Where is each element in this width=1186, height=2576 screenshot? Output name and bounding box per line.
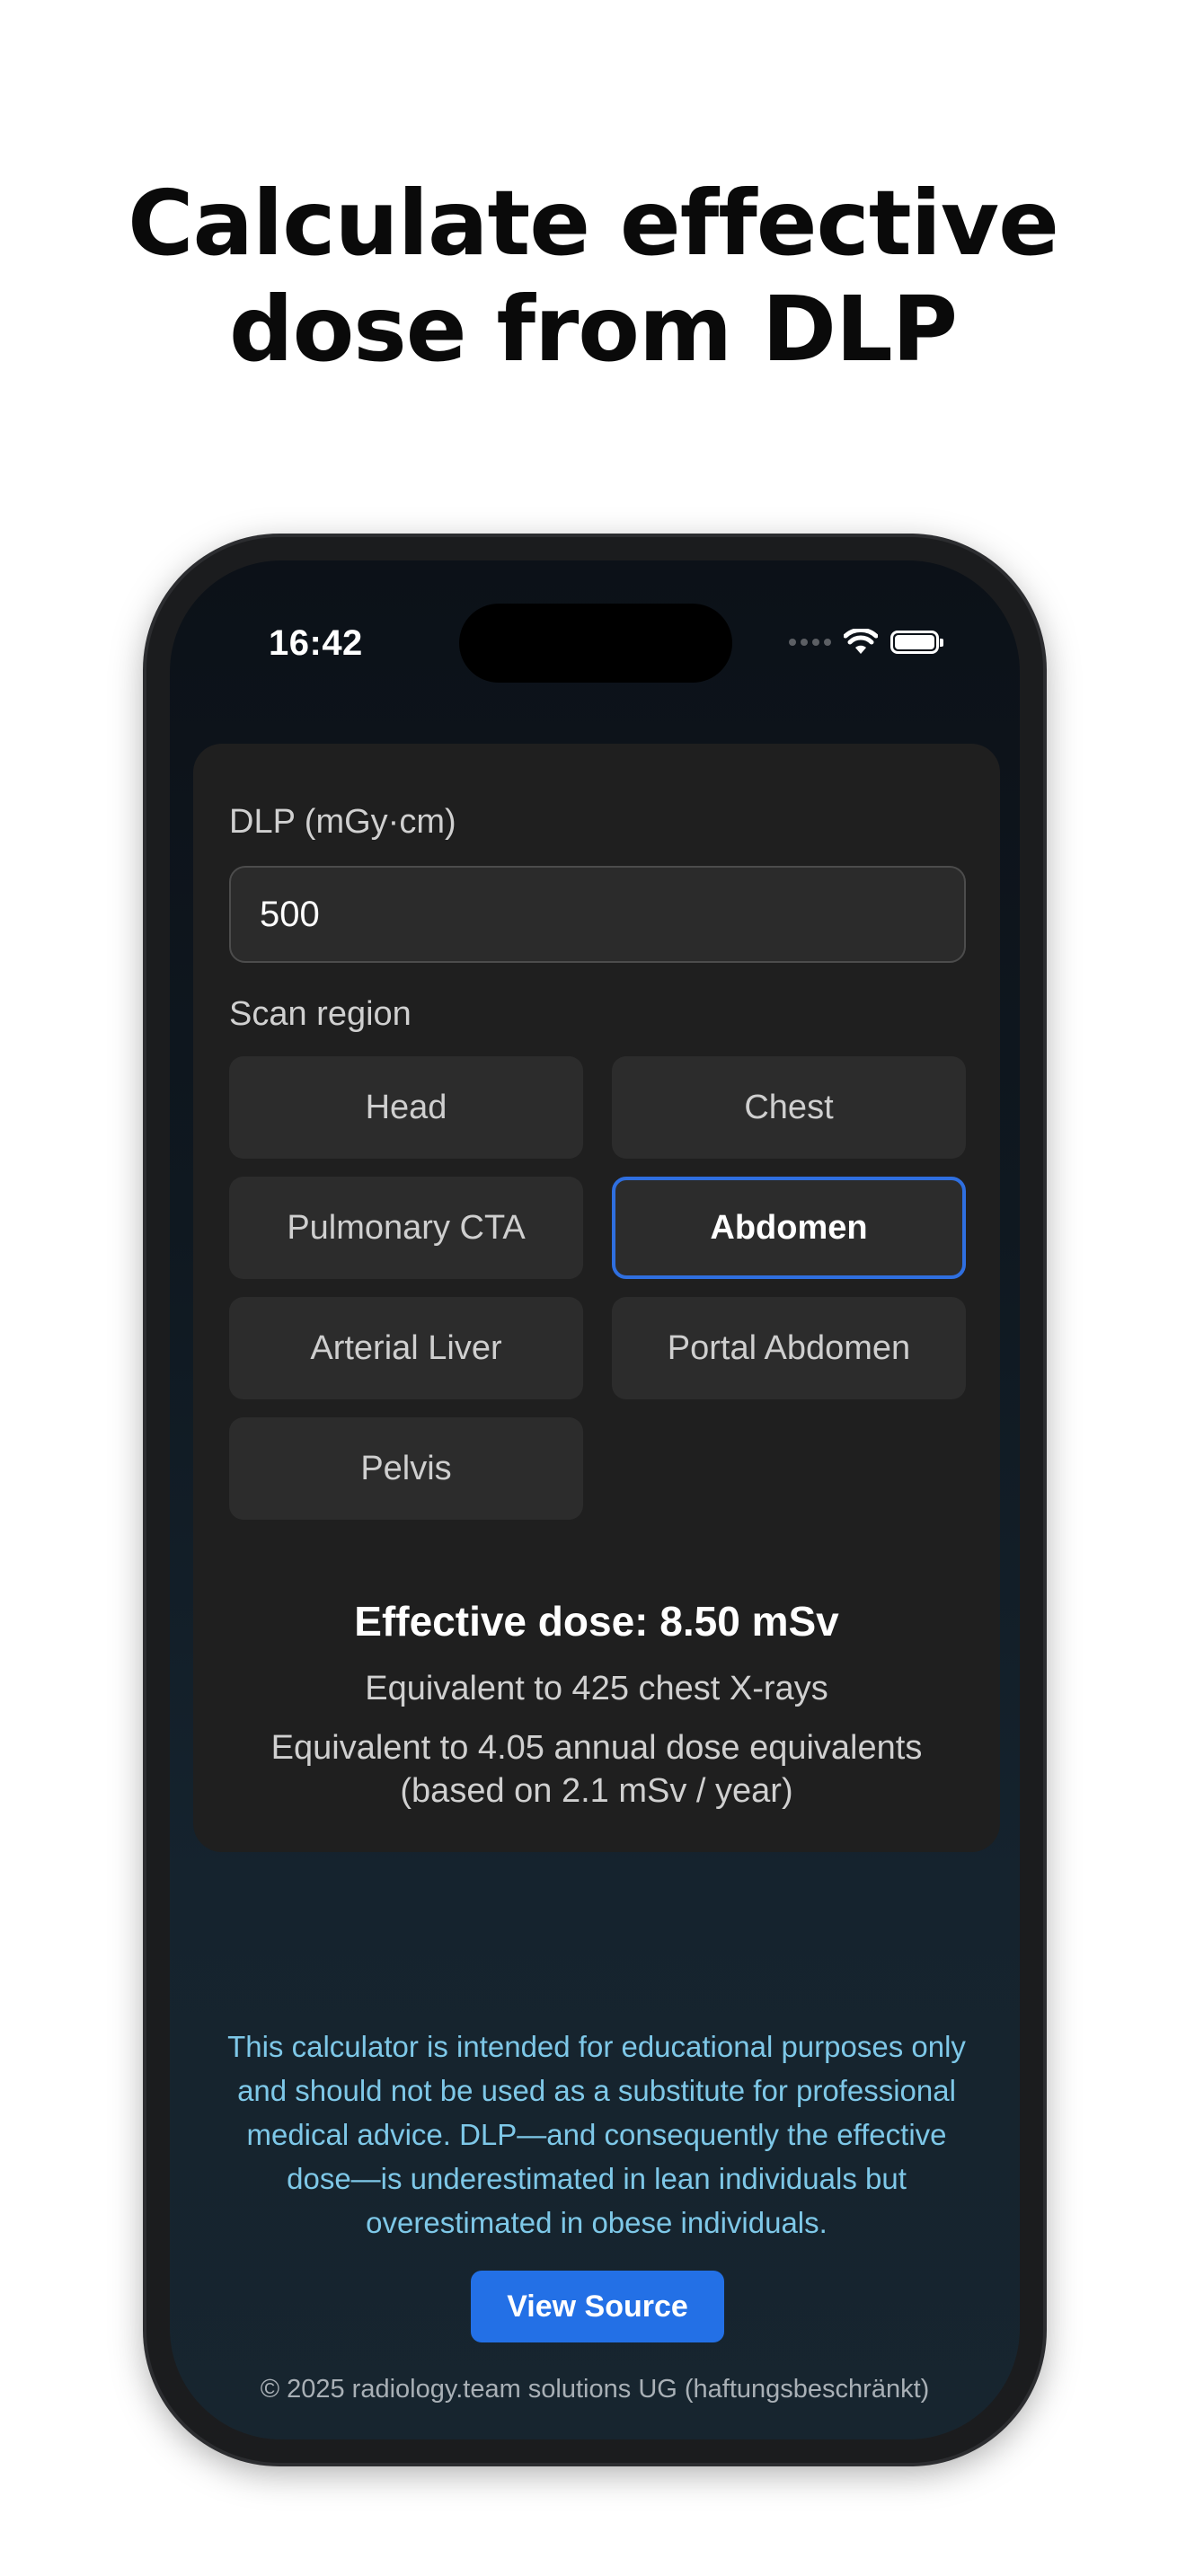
status-time: 16:42 [269,623,363,663]
chest-xray-equivalent: Equivalent to 425 chest X-rays [365,1670,828,1707]
dynamic-island [459,604,732,683]
headline-line-1: Calculate effective [128,171,1059,276]
copyright-text: © 2025 radiology.team solutions UG (haft… [260,2375,930,2404]
marketing-headline: Calculate effective dose from DLP [0,171,1186,383]
region-head-button[interactable]: Head [229,1056,583,1159]
view-source-button[interactable]: View Source [471,2271,724,2342]
dlp-label: DLP (mGy·cm) [229,803,456,841]
region-pelvis-button[interactable]: Pelvis [229,1417,583,1520]
disclaimer-text: This calculator is intended for educatio… [227,2030,966,2239]
wifi-icon [844,629,878,656]
headline-line-2: dose from DLP [229,277,958,382]
battery-icon [890,631,943,654]
calculator-card: DLP (mGy·cm) Scan region Head Chest Pulm… [193,744,1000,1852]
region-chest-button[interactable]: Chest [612,1056,966,1159]
dlp-input[interactable] [229,866,966,963]
phone-screen: 16:42 DLP (mGy·cm) Scan region Head Ches… [170,560,1020,2439]
region-portal-abdomen-button[interactable]: Portal Abdomen [612,1297,966,1399]
scan-region-label: Scan region [229,995,412,1033]
annual-dose-basis: (based on 2.1 mSv / year) [400,1772,793,1810]
annual-dose-equivalent: Equivalent to 4.05 annual dose equivalen… [270,1729,923,1767]
effective-dose-result: Effective dose: 8.50 mSv [354,1598,839,1645]
status-icons [789,629,943,656]
phone-frame: 16:42 DLP (mGy·cm) Scan region Head Ches… [146,537,1043,2463]
region-arterial-liver-button[interactable]: Arterial Liver [229,1297,583,1399]
region-abdomen-button[interactable]: Abdomen [612,1177,966,1279]
cellular-signal-icon [789,639,831,646]
region-pulmonary-cta-button[interactable]: Pulmonary CTA [229,1177,583,1279]
